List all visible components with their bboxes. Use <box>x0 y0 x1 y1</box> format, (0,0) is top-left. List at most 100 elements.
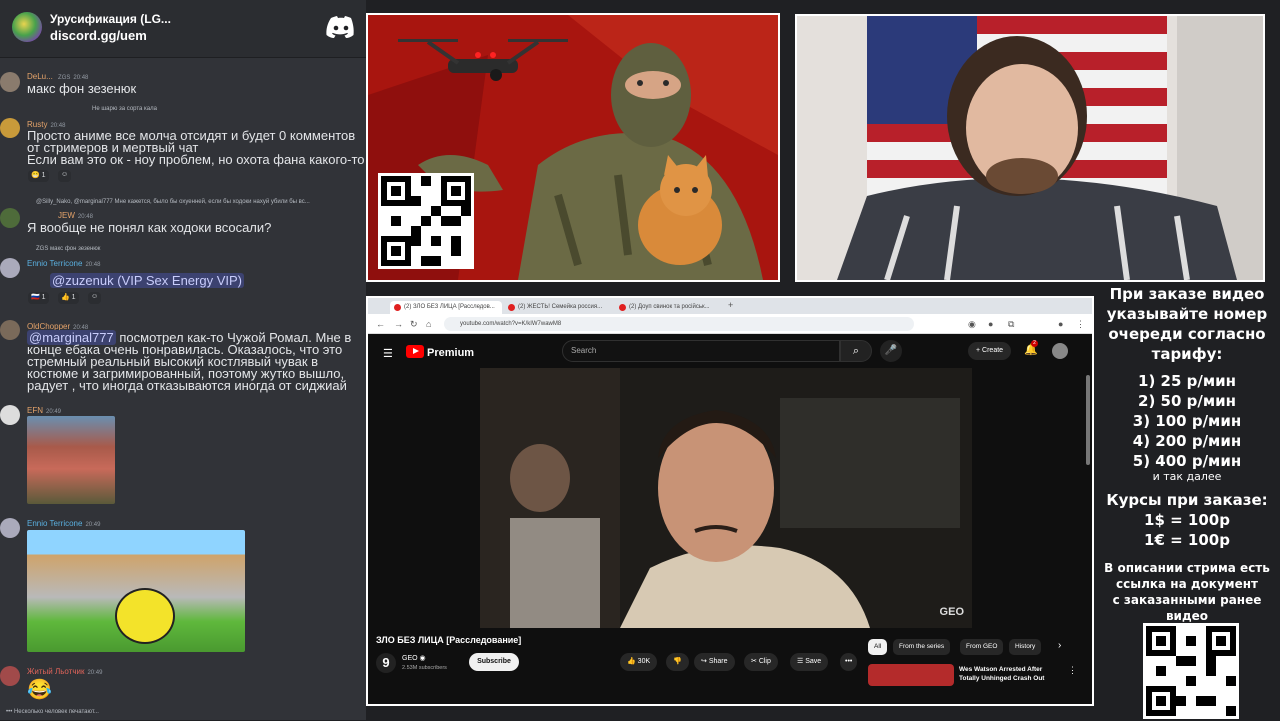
image-attachment[interactable] <box>27 416 115 504</box>
more-actions-icon[interactable]: ••• <box>840 653 858 671</box>
message-text: макс фон зезенюк <box>27 81 137 96</box>
info-header-line: указывайте номер <box>1106 305 1268 323</box>
save-button[interactable]: ☰ Save <box>790 653 829 671</box>
back-icon[interactable]: ← <box>376 318 385 330</box>
reload-icon[interactable]: ↻ <box>410 318 418 330</box>
qr-code <box>378 173 474 269</box>
page-scrollbar[interactable] <box>1086 375 1090 465</box>
search-input[interactable]: Search <box>562 340 840 362</box>
webcam-tile <box>795 14 1265 282</box>
like-button[interactable]: 👍 30K <box>620 653 658 671</box>
reply-preview[interactable]: @Silly_Nako, @marginal777 Мне кажется, б… <box>36 199 310 205</box>
forward-icon[interactable]: → <box>394 318 403 330</box>
recommendation-thumbnail[interactable] <box>868 664 954 686</box>
server-name: Урусификация (LG... <box>50 12 171 26</box>
browser-tab-active[interactable]: (2) ЗЛО БЕЗ ЛИЦА [Расследов... <box>390 301 502 314</box>
channel-watermark: GEO <box>939 606 964 618</box>
message-text: радует , что иногда отказываются иногда … <box>27 378 347 393</box>
soldier-art-tile <box>366 13 780 282</box>
avatar[interactable] <box>0 258 20 278</box>
youtube-brand[interactable]: Premium <box>427 347 474 359</box>
reaction[interactable]: 😁 1 <box>28 170 49 182</box>
clip-button[interactable]: ✂ Clip <box>744 653 778 671</box>
puzzle-icon[interactable]: ⧉ <box>1008 318 1014 330</box>
share-button[interactable]: ↪ Share <box>694 653 735 671</box>
tariff-etc: и так далее <box>1152 470 1222 483</box>
extension-icon[interactable]: ◉ <box>968 318 976 330</box>
profile-icon[interactable]: ● <box>1058 318 1063 330</box>
rate-item: 1€ = 100р <box>1144 531 1230 549</box>
description-line: ссылка на документ <box>1116 577 1258 591</box>
message-mention[interactable]: @zuzenuk (VIP Sex Energy VIP) <box>50 273 244 288</box>
browser-window: (2) ЗЛО БЕЗ ЛИЦА [Расследов... (2) ЖЕСТЬ… <box>366 296 1094 706</box>
search-icon[interactable]: ⌕ <box>840 340 872 362</box>
extension-icon[interactable]: ● <box>988 318 993 330</box>
image-attachment[interactable] <box>27 530 245 652</box>
avatar[interactable] <box>0 118 20 138</box>
menu-dots-icon[interactable]: ⋮ <box>1076 318 1085 330</box>
channel-name[interactable]: GEO ◉ <box>402 654 426 662</box>
tariff-item: 3) 100 р/мин <box>1132 412 1242 430</box>
youtube-logo-icon[interactable] <box>406 345 424 358</box>
browser-tab[interactable]: (2) ЖЕСТЬ! Семейка россия... <box>504 301 612 314</box>
reply-preview[interactable]: ZGS макс фон зезенюк <box>36 246 100 252</box>
discord-logo-icon <box>326 16 354 38</box>
qr-code <box>1143 623 1239 719</box>
rates-title: Курсы при заказе: <box>1106 491 1268 509</box>
avatar[interactable] <box>0 666 20 686</box>
new-tab-icon[interactable]: + <box>728 300 733 310</box>
hamburger-menu-icon[interactable]: ☰ <box>383 347 393 360</box>
tariff-item: 1) 25 р/мин <box>1138 372 1236 390</box>
reply-preview[interactable]: Не шарю за сорта кала <box>92 106 157 112</box>
chevron-right-icon[interactable]: › <box>1058 640 1061 651</box>
webcam-feed <box>797 16 1263 280</box>
reaction[interactable]: 🇷🇺 1 <box>28 292 49 304</box>
add-reaction-button[interactable]: ☺ <box>58 170 72 182</box>
video-title: ЗЛО БЕЗ ЛИЦА [Расследование] <box>376 635 522 645</box>
recommendation-menu-icon[interactable]: ⋮ <box>1068 665 1077 676</box>
reaction[interactable]: 👍 1 <box>58 292 79 304</box>
server-invite-link[interactable]: discord.gg/uem <box>50 28 147 43</box>
discord-chat-panel: Урусификация (LG... discord.gg/uem DeLu.… <box>0 0 366 720</box>
chip-from-geo[interactable]: From GEO <box>960 639 1004 655</box>
chip-all[interactable]: All <box>868 639 888 655</box>
typing-indicator: ••• Несколько человек печатают... <box>6 709 99 715</box>
url-input[interactable]: youtube.com/watch?v=K/kIW7wawM8 <box>444 317 914 331</box>
chip-history[interactable]: History <box>1009 639 1042 655</box>
account-avatar[interactable] <box>1052 343 1068 359</box>
description-line: видео <box>1165 609 1209 623</box>
tab-strip: (2) ЗЛО БЕЗ ЛИЦА [Расследов... (2) ЖЕСТЬ… <box>368 298 1092 314</box>
username[interactable]: Ennio Terricone 20:49 <box>27 519 100 530</box>
microphone-icon[interactable]: 🎤 <box>880 340 902 362</box>
qr-pattern <box>1146 626 1236 716</box>
subscribe-button[interactable]: Subscribe <box>469 653 519 671</box>
browser-tab[interactable]: (2) Доуп свинок та російськ... <box>615 301 723 314</box>
description-line: с заказанными ранее <box>1112 593 1262 607</box>
channel-avatar[interactable]: 9 <box>376 653 396 673</box>
video-player[interactable]: GEO <box>480 368 972 628</box>
chip-from-series[interactable]: From the series <box>893 639 951 655</box>
info-header-line: тарифу: <box>1151 345 1223 363</box>
avatar[interactable] <box>0 72 20 92</box>
tariff-item: 2) 50 р/мин <box>1138 392 1236 410</box>
add-reaction-button[interactable]: ☺ <box>88 292 102 304</box>
info-header-line: очереди согласно <box>1108 325 1266 343</box>
avatar[interactable] <box>0 208 20 228</box>
qr-pattern <box>381 176 471 266</box>
avatar[interactable] <box>0 320 20 340</box>
recommendation-title[interactable]: Wes Watson Arrested After Totally Unhing… <box>959 665 1059 683</box>
info-header-line: При заказе видео <box>1109 285 1265 303</box>
create-button[interactable]: + Create <box>968 342 1012 360</box>
server-icon <box>12 12 42 42</box>
avatar[interactable] <box>0 518 20 538</box>
username[interactable]: Ennio Terricone 20:48 <box>27 259 100 270</box>
subscriber-count: 2.53M subscribers <box>402 665 447 671</box>
avatar[interactable] <box>0 405 20 425</box>
home-icon[interactable]: ⌂ <box>426 318 431 330</box>
video-frame <box>480 368 972 628</box>
youtube-page: ☰ Premium Search ⌕ 🎤 + Create 🔔 2 GEO ЗЛ… <box>368 335 1092 704</box>
address-bar-row: ← → ↻ ⌂ youtube.com/watch?v=K/kIW7wawM8 … <box>368 314 1092 334</box>
discord-header: Урусификация (LG... discord.gg/uem <box>0 0 366 58</box>
dislike-button[interactable]: 👎 <box>666 653 689 671</box>
message-text: Я вообще не понял как ходоки всосали? <box>27 220 272 235</box>
